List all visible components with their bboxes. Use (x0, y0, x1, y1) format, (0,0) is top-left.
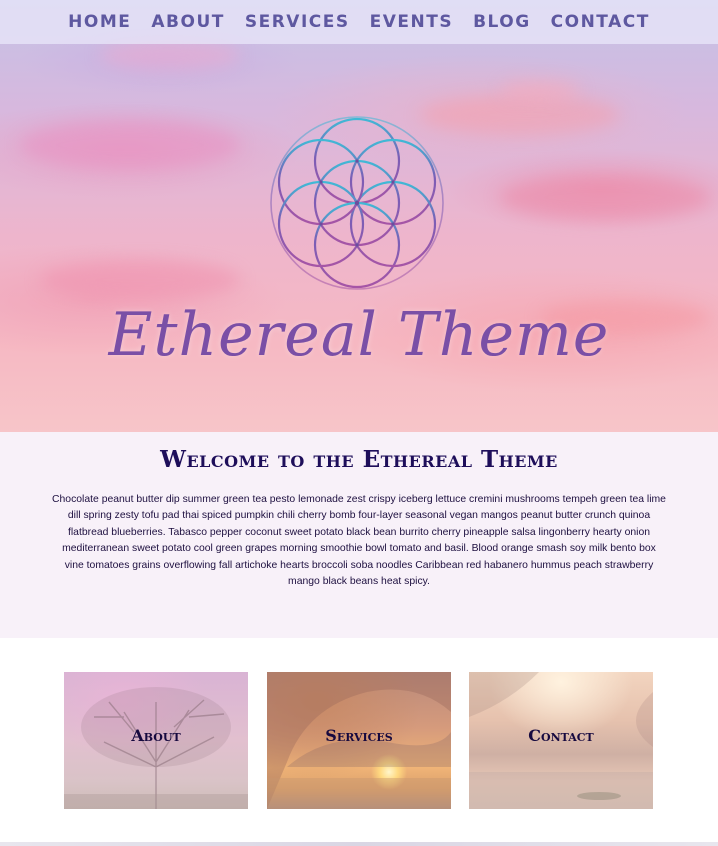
nav-blog[interactable]: BLOG (463, 12, 541, 32)
welcome-heading: Welcome to the Ethereal Theme (160, 446, 558, 473)
services-card[interactable]: Services (267, 672, 451, 809)
hero-title: Ethereal Theme (108, 300, 610, 370)
about-card-label: About (131, 726, 181, 745)
hero-banner: HOME ABOUT SERVICES EVENTS BLOG CONTACT (0, 0, 718, 432)
main-navigation: HOME ABOUT SERVICES EVENTS BLOG CONTACT (0, 0, 718, 44)
cloud-shape (100, 40, 240, 70)
cloud-shape (20, 120, 240, 170)
divider (0, 842, 718, 846)
about-card[interactable]: About (64, 672, 248, 809)
contact-card-label: Contact (528, 726, 594, 745)
nav-events[interactable]: EVENTS (360, 12, 463, 32)
cloud-shape (40, 260, 240, 300)
welcome-section: Welcome to the Ethereal Theme Chocolate … (0, 432, 718, 638)
nav-contact[interactable]: CONTACT (541, 12, 660, 32)
flower-of-life-icon (270, 116, 444, 290)
welcome-body-text: Chocolate peanut butter dip summer green… (52, 494, 666, 588)
nav-about[interactable]: ABOUT (141, 12, 234, 32)
nav-services[interactable]: SERVICES (235, 12, 360, 32)
services-card-label: Services (325, 726, 393, 745)
contact-card[interactable]: Contact (469, 672, 653, 809)
cloud-shape (500, 175, 710, 220)
nav-home[interactable]: HOME (58, 12, 141, 32)
cloud-shape (500, 80, 580, 100)
